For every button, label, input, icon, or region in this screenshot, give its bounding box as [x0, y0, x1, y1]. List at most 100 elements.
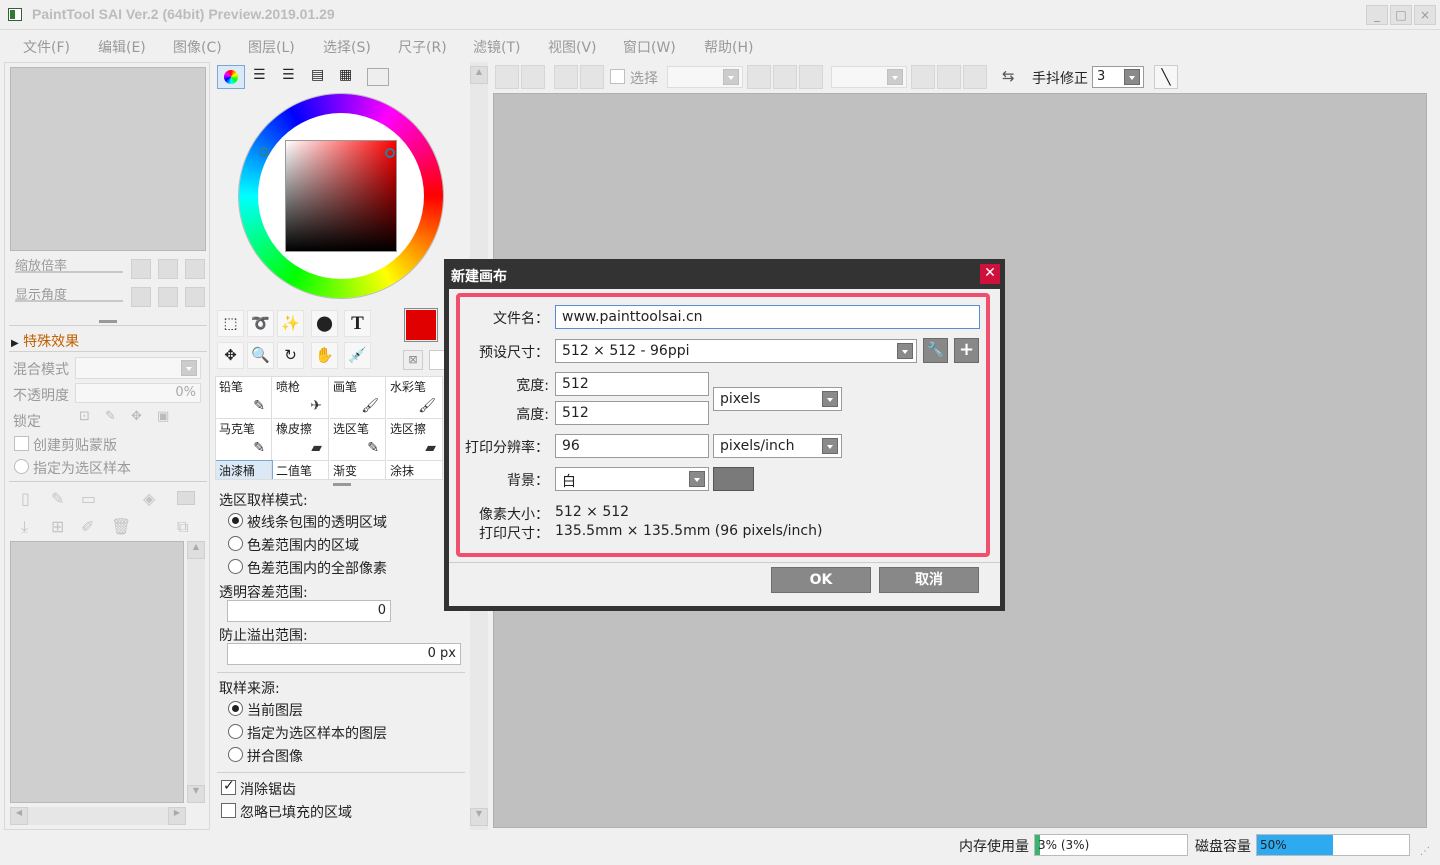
rotate-left-button[interactable] — [911, 65, 935, 89]
lasso-tool[interactable]: ➰ — [247, 310, 274, 337]
height-input[interactable]: 512 — [555, 401, 709, 425]
zoom-slider[interactable] — [15, 271, 123, 273]
resolution-unit-select[interactable]: pixels/inch — [713, 434, 842, 458]
rotate-tool[interactable]: ↻ — [277, 342, 304, 369]
dialog-close-button[interactable]: ✕ — [980, 264, 1000, 284]
navigator-preview[interactable] — [10, 67, 206, 251]
hue-marker[interactable] — [259, 147, 269, 157]
mixer-tab-icon[interactable]: ▤ — [311, 67, 324, 83]
brush-slot[interactable]: 橡皮擦 ▰ — [273, 419, 329, 461]
zoom-reset-button[interactable] — [799, 65, 823, 89]
brush-slot[interactable]: 马克笔 ✎ — [216, 419, 272, 461]
tolerance-input[interactable]: 0 — [227, 600, 391, 622]
resolution-input[interactable]: 96 — [555, 434, 709, 458]
width-input[interactable]: 512 — [555, 372, 709, 396]
zoom-reset-button[interactable] — [185, 259, 205, 279]
magic-wand-tool[interactable]: ✨ — [277, 310, 304, 337]
brush-slot[interactable]: 涂抹☝ — [387, 461, 442, 479]
new-layer-icon[interactable]: ▯ — [21, 489, 30, 508]
menu-filter[interactable]: 滤镜(T) — [473, 37, 520, 57]
primary-color-swatch[interactable] — [404, 308, 438, 342]
brush-slot[interactable]: 水彩笔 🖌 — [387, 377, 442, 419]
lock-all-icon[interactable]: ▣ — [157, 409, 169, 424]
brush-slot[interactable]: 二值笔✎ — [273, 461, 329, 479]
antialias-checkbox[interactable] — [221, 778, 236, 795]
ok-button[interactable]: OK — [771, 567, 871, 593]
redo-button[interactable] — [521, 65, 545, 89]
source-option-3-radio[interactable] — [228, 747, 243, 762]
rotate-right-button[interactable] — [937, 65, 961, 89]
scroll-down-icon[interactable]: ▼ — [470, 808, 488, 826]
lock-transparency-icon[interactable]: ⊡ — [79, 409, 90, 424]
menu-file[interactable]: 文件(F) — [23, 37, 70, 57]
scroll-up-icon[interactable]: ▲ — [187, 541, 205, 559]
color-wheel-tab[interactable] — [217, 65, 245, 89]
menu-ruler[interactable]: 尺子(R) — [398, 37, 447, 57]
text-tool[interactable]: T — [344, 310, 371, 337]
menu-edit[interactable]: 编辑(E) — [98, 37, 146, 57]
brush-slot[interactable]: 画笔 🖌 — [330, 377, 386, 419]
transfer-down-icon[interactable]: ⤓ — [21, 517, 28, 537]
add-preset-button[interactable]: + — [954, 338, 979, 363]
brush-slot[interactable]: 喷枪 ✈ — [273, 377, 329, 419]
antialias-label[interactable]: 消除锯齿 — [240, 779, 296, 799]
scroll-left-icon[interactable]: ◀ — [10, 807, 28, 825]
move-tool[interactable]: ✥ — [217, 342, 244, 369]
brush-slot[interactable]: 铅笔 ✎ — [216, 377, 272, 419]
brush-slot[interactable]: 渐变▥ — [330, 461, 386, 479]
menu-select[interactable]: 选择(S) — [323, 37, 371, 57]
splitter-grip[interactable] — [99, 320, 117, 323]
rotate-left-button[interactable] — [131, 287, 151, 307]
undo-button[interactable] — [495, 65, 519, 89]
mode-option-2-label[interactable]: 色差范围内的区域 — [247, 535, 359, 555]
mode-option-1-radio[interactable] — [228, 513, 243, 528]
brush-slot[interactable]: 选区擦 ▰ — [387, 419, 442, 461]
opacity-input[interactable]: 0% — [75, 383, 201, 403]
deselect-button[interactable] — [554, 65, 578, 89]
background-color-swatch[interactable] — [713, 467, 754, 491]
splitter-grip[interactable] — [333, 483, 351, 486]
source-option-1-label[interactable]: 当前图层 — [247, 700, 303, 720]
new-vector-layer-icon[interactable]: ✎ — [51, 489, 64, 508]
invert-selection-button[interactable] — [580, 65, 604, 89]
new-folder-icon[interactable]: ▭ — [81, 489, 96, 508]
filename-input[interactable]: www.painttoolsai.cn — [555, 305, 980, 329]
overflow-input[interactable]: 0 px — [227, 643, 461, 665]
background-select[interactable]: 白 — [555, 467, 709, 491]
cancel-button[interactable]: 取消 — [879, 567, 979, 593]
layer-list-scrollbar[interactable]: ▲ ▼ — [187, 541, 205, 803]
rotate-reset-button[interactable] — [963, 65, 987, 89]
source-option-3-label[interactable]: 拼合图像 — [247, 746, 303, 766]
effects-expander[interactable]: ▶ 特殊效果 — [11, 331, 79, 351]
rotate-reset-button[interactable] — [185, 287, 205, 307]
layer-effect-icon[interactable]: ◈ — [143, 489, 155, 508]
zoom-out-button[interactable] — [747, 65, 771, 89]
rotate-right-button[interactable] — [158, 287, 178, 307]
mode-option-2-radio[interactable] — [228, 536, 243, 551]
scroll-down-icon[interactable]: ▼ — [187, 785, 205, 803]
zoom-in-button[interactable] — [158, 259, 178, 279]
brush-slot[interactable]: 油漆桶▼ — [216, 460, 273, 479]
selection-source-checkbox[interactable] — [14, 459, 29, 474]
select-checkbox[interactable] — [610, 69, 625, 84]
zoom-tool[interactable]: 🔍 — [247, 342, 274, 369]
angle-slider[interactable] — [15, 300, 123, 302]
menu-window[interactable]: 窗口(W) — [623, 37, 676, 57]
clip-group-icon[interactable]: ⧉ — [177, 517, 188, 537]
stabilizer-select[interactable]: 3 — [1092, 66, 1144, 88]
preset-settings-button[interactable]: 🔧 — [923, 338, 948, 363]
resize-grip-icon[interactable]: ⋰ — [1420, 846, 1430, 857]
line-tool-icon[interactable]: ╲ — [1154, 65, 1178, 89]
zoom-in-button[interactable] — [773, 65, 797, 89]
merge-down-icon[interactable]: ⊞ — [51, 517, 64, 536]
minimize-button[interactable]: _ — [1366, 5, 1388, 25]
mode-option-3-radio[interactable] — [228, 559, 243, 574]
saturation-value-square[interactable] — [286, 141, 396, 251]
rgb-slider-tab-icon[interactable]: ☰ — [253, 67, 266, 83]
scroll-up-icon[interactable]: ▲ — [470, 66, 488, 84]
transparent-color-icon[interactable]: ⊠ — [403, 350, 423, 370]
menu-image[interactable]: 图像(C) — [173, 37, 222, 57]
flip-icon[interactable]: ⇆ — [1002, 67, 1015, 85]
clipping-checkbox[interactable] — [14, 436, 29, 451]
zoom-select[interactable] — [667, 66, 743, 88]
